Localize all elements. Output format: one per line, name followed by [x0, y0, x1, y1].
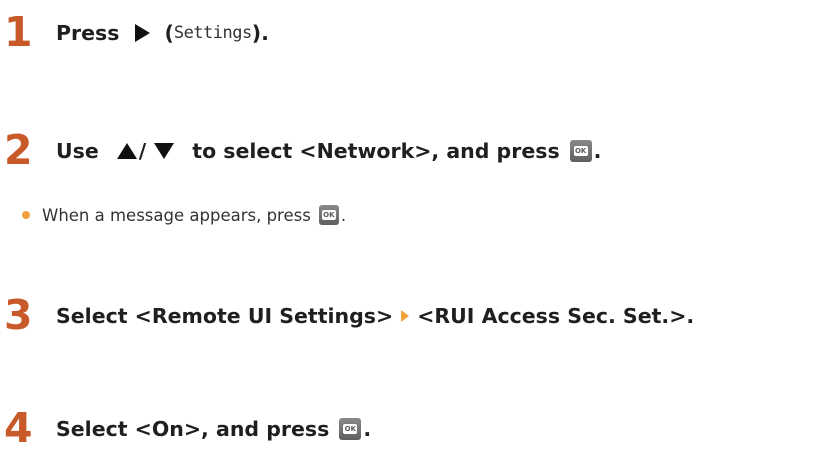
step-text-end: . — [363, 416, 372, 441]
step-text: Select <On>, and press — [56, 416, 330, 441]
step-text: Use — [56, 138, 99, 163]
step-instruction: Press ( Settings ). — [56, 21, 269, 45]
step-number: 4 — [4, 404, 33, 452]
ok-key-icon: OK — [339, 417, 362, 440]
step-3: 3 Select <Remote UI Settings> <RUI Acces… — [0, 295, 694, 336]
note-text: When a message appears, press — [42, 205, 311, 225]
paren-open: ( — [164, 20, 174, 45]
slash-separator: / — [138, 138, 147, 163]
step-2: 2 Use / to select <Network>, and press O… — [0, 130, 601, 171]
ok-key-icon: OK — [318, 205, 339, 225]
down-arrow-icon — [154, 142, 175, 159]
step-number: 3 — [4, 291, 33, 339]
menu-arrow-icon — [401, 309, 410, 322]
ok-key-label: OK — [343, 423, 358, 434]
paren-close: ). — [251, 20, 269, 45]
note-text-end: . — [340, 205, 347, 225]
step-number: 1 — [4, 8, 33, 56]
step-instruction: Use / to select <Network>, and press OK … — [56, 139, 601, 163]
step-text: <RUI Access Sec. Set.>. — [417, 303, 695, 328]
step-instruction: Select <Remote UI Settings> <RUI Access … — [56, 304, 694, 328]
up-arrow-icon — [116, 142, 137, 159]
ok-key-label: OK — [321, 210, 336, 220]
note-item: When a message appears, press OK . — [22, 205, 346, 225]
step-text-end: . — [593, 138, 602, 163]
step-text: Press — [56, 20, 120, 45]
bullet-icon — [22, 211, 30, 219]
step-number: 2 — [4, 126, 33, 174]
step-text: Select <Remote UI Settings> — [56, 303, 394, 328]
step-1: 1 Press ( Settings ). — [0, 12, 269, 53]
step-4: 4 Select <On>, and press OK . — [0, 408, 371, 449]
step-text: to select <Network>, and press — [192, 138, 560, 163]
ok-key-icon: OK — [569, 139, 592, 162]
settings-key-label: Settings — [173, 22, 252, 43]
ok-key-label: OK — [573, 145, 588, 156]
step-instruction: Select <On>, and press OK . — [56, 417, 371, 441]
play-icon — [135, 23, 151, 42]
